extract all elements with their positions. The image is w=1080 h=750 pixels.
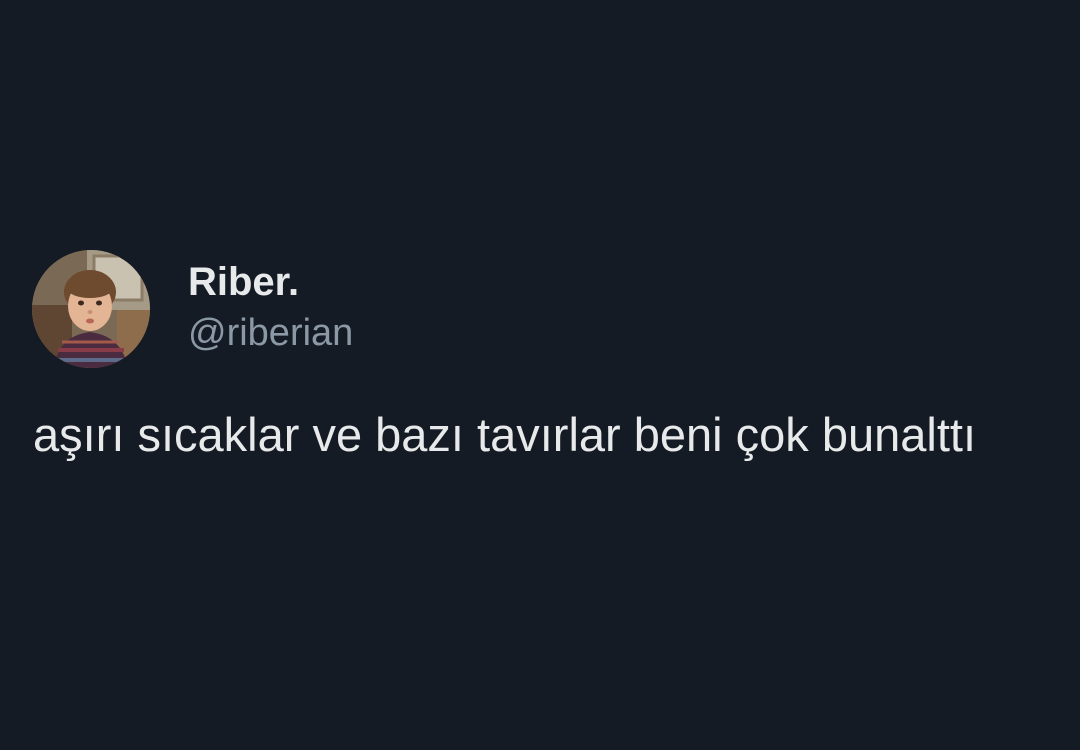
tweet-text: aşırı sıcaklar ve bazı tavırlar beni çok… xyxy=(33,408,977,461)
child-portrait-avatar-icon xyxy=(32,250,150,368)
tweet-card: Riber. @riberian aşırı sıcaklar ve bazı … xyxy=(0,0,1080,750)
author-display-name[interactable]: Riber. xyxy=(188,260,299,305)
author-handle[interactable]: @riberian xyxy=(188,312,353,355)
page-background: Riber. @riberian aşırı sıcaklar ve bazı … xyxy=(0,0,1080,750)
avatar[interactable] xyxy=(32,250,150,368)
